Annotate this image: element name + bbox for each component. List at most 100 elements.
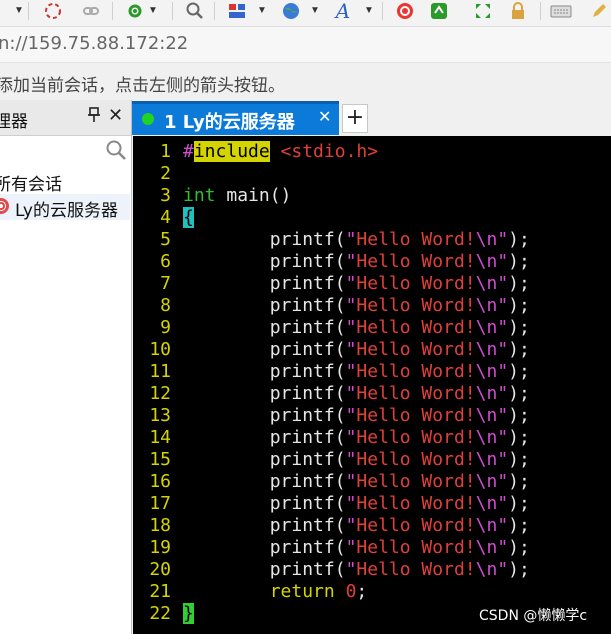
code-text: printf("Hello Word!\n"); bbox=[183, 361, 530, 382]
terminal-line: 4{ bbox=[133, 207, 611, 229]
expand-icon[interactable] bbox=[470, 0, 496, 22]
terminal-line: 15 printf("Hello Word!\n"); bbox=[133, 449, 611, 471]
code-token: printf( bbox=[183, 273, 346, 294]
sftp-icon[interactable] bbox=[426, 0, 452, 22]
code-token: " bbox=[497, 493, 509, 514]
code-token: printf( bbox=[183, 361, 346, 382]
code-token: " bbox=[345, 251, 357, 272]
code-token: printf( bbox=[183, 515, 346, 536]
split-caret-icon[interactable]: ▼ bbox=[14, 2, 24, 18]
code-token: include bbox=[193, 141, 270, 162]
terminal-line: 12 printf("Hello Word!\n"); bbox=[133, 383, 611, 405]
code-token: printf( bbox=[183, 251, 346, 272]
settings-caret-icon[interactable]: ▼ bbox=[148, 2, 158, 18]
search-icon[interactable] bbox=[104, 138, 128, 162]
code-token: Hello Word! bbox=[356, 493, 476, 514]
code-token: " bbox=[345, 273, 357, 294]
code-token: Hello Word! bbox=[356, 537, 476, 558]
code-token: \n bbox=[475, 471, 498, 492]
watermark-text: CSDN @懒懒学c bbox=[479, 608, 588, 624]
search-icon[interactable] bbox=[182, 0, 208, 22]
code-token: Hello Word! bbox=[356, 295, 476, 316]
code-token: printf( bbox=[183, 427, 346, 448]
tab-close-icon[interactable]: ✕ bbox=[318, 107, 331, 126]
line-number: 5 bbox=[160, 229, 171, 250]
code-token: printf( bbox=[183, 339, 346, 360]
code-token: " bbox=[345, 471, 357, 492]
pin-icon[interactable] bbox=[87, 107, 101, 127]
layout-icon[interactable] bbox=[224, 0, 250, 22]
keyboard-icon[interactable] bbox=[548, 0, 574, 22]
terminal-line: 20 printf("Hello Word!\n"); bbox=[133, 559, 611, 581]
close-icon[interactable]: ✕ bbox=[108, 105, 123, 126]
code-text: printf("Hello Word!\n"); bbox=[183, 405, 530, 426]
layout-caret-icon[interactable]: ▼ bbox=[257, 2, 267, 18]
font-caret-icon[interactable]: ▼ bbox=[364, 2, 374, 18]
code-text: int main() bbox=[183, 185, 291, 206]
code-token: Hello Word! bbox=[356, 515, 476, 536]
code-token: ); bbox=[508, 251, 530, 272]
code-token: { bbox=[183, 207, 194, 228]
new-tab-button[interactable]: + bbox=[342, 104, 368, 133]
code-text: printf("Hello Word!\n"); bbox=[183, 295, 530, 316]
address-text[interactable]: n://159.75.88.172:22 bbox=[0, 33, 188, 54]
code-token: " bbox=[345, 559, 357, 580]
terminal-view[interactable]: 1 #include <stdio.h> 2 3 int main() 4{5 print… bbox=[133, 136, 611, 634]
code-token: 0 bbox=[345, 581, 357, 602]
session-item-label: Ly的云服务器 bbox=[15, 201, 118, 221]
code-token: Hello Word! bbox=[356, 339, 476, 360]
address-bar[interactable]: n://159.75.88.172:22 bbox=[0, 27, 611, 63]
line-number: 12 bbox=[149, 383, 171, 404]
code-token: \n bbox=[475, 229, 498, 250]
code-token: " bbox=[345, 405, 357, 426]
code-token: ); bbox=[508, 383, 530, 404]
code-token: ); bbox=[508, 229, 530, 250]
terminal-line: 14 printf("Hello Word!\n"); bbox=[133, 427, 611, 449]
line-number: 1 bbox=[160, 141, 171, 162]
code-token: Hello Word! bbox=[356, 229, 476, 250]
code-token: " bbox=[497, 537, 509, 558]
code-token: " bbox=[345, 361, 357, 382]
color-scheme-icon[interactable] bbox=[392, 0, 418, 22]
font-icon[interactable]: A bbox=[330, 0, 356, 22]
terminal-line: 8 printf("Hello Word!\n"); bbox=[133, 295, 611, 317]
terminal-line: 21 return 0; bbox=[133, 581, 611, 603]
session-icon bbox=[0, 198, 9, 214]
code-token: Hello Word! bbox=[356, 427, 476, 448]
code-token: <stdio.h> bbox=[280, 141, 379, 162]
globe-icon[interactable] bbox=[278, 0, 304, 22]
code-token: ); bbox=[508, 339, 530, 360]
code-token: " bbox=[497, 295, 509, 316]
code-token: " bbox=[345, 449, 357, 470]
line-number: 15 bbox=[149, 449, 171, 470]
toolbar: ▼ ▼ ▼ ▼ A ▼ bbox=[0, 0, 611, 27]
code-token: \n bbox=[475, 251, 498, 272]
lock-icon[interactable] bbox=[505, 0, 531, 22]
tab-active-session[interactable]: 1 Ly的云服务器 ✕ bbox=[132, 101, 339, 135]
code-token: " bbox=[345, 515, 357, 536]
quick-connect-icon[interactable] bbox=[40, 0, 66, 22]
settings-icon[interactable] bbox=[122, 0, 148, 22]
code-token: Hello Word! bbox=[356, 405, 476, 426]
code-text: printf("Hello Word!\n"); bbox=[183, 273, 530, 294]
code-text: #include <stdio.h> bbox=[183, 141, 378, 162]
line-number: 22 bbox=[149, 603, 171, 624]
code-text: printf("Hello Word!\n"); bbox=[183, 317, 530, 338]
code-token: \n bbox=[475, 515, 498, 536]
code-token: printf( bbox=[183, 405, 346, 426]
code-token: " bbox=[497, 449, 509, 470]
all-sessions-item[interactable]: 所有会话 bbox=[0, 170, 62, 195]
code-token: " bbox=[497, 515, 509, 536]
globe-caret-icon[interactable]: ▼ bbox=[310, 2, 320, 18]
code-token: \n bbox=[475, 449, 498, 470]
code-token: " bbox=[345, 317, 357, 338]
terminal-line: 10 printf("Hello Word!\n"); bbox=[133, 339, 611, 361]
link-icon[interactable] bbox=[78, 0, 104, 22]
code-token: printf( bbox=[183, 449, 346, 470]
code-token: Hello Word! bbox=[356, 383, 476, 404]
pen-icon[interactable] bbox=[588, 0, 610, 22]
session-item[interactable]: Ly的云服务器 bbox=[0, 194, 130, 221]
code-token: ); bbox=[508, 427, 530, 448]
code-text: printf("Hello Word!\n"); bbox=[183, 383, 530, 404]
